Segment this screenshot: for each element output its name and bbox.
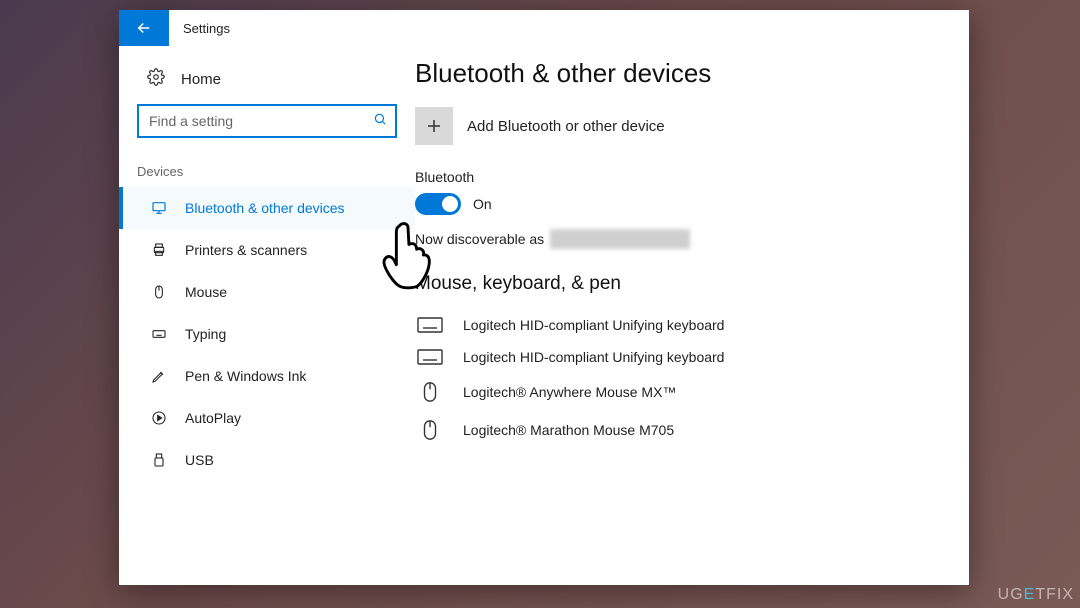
- sidebar-item-label: Mouse: [185, 284, 227, 300]
- pen-icon: [151, 368, 169, 384]
- device-label: Logitech® Marathon Mouse M705: [463, 422, 674, 438]
- keyboard-icon: [415, 349, 445, 365]
- search-box[interactable]: [137, 104, 397, 138]
- title-bar: Settings: [119, 10, 969, 46]
- autoplay-icon: [151, 410, 169, 426]
- device-item[interactable]: Logitech HID-compliant Unifying keyboard: [415, 309, 945, 341]
- main-pane: Bluetooth & other devices Add Bluetooth …: [415, 46, 969, 585]
- bluetooth-icon: [151, 200, 169, 216]
- plus-icon: [425, 117, 443, 135]
- section-title: Mouse, keyboard, & pen: [415, 273, 945, 295]
- toggle-state-label: On: [473, 196, 492, 212]
- home-label: Home: [181, 71, 221, 88]
- add-device-label: Add Bluetooth or other device: [467, 118, 665, 135]
- search-icon: [373, 112, 387, 131]
- mouse-icon: [151, 284, 169, 300]
- page-title: Bluetooth & other devices: [415, 58, 945, 89]
- mouse-icon: [415, 419, 445, 441]
- bluetooth-label: Bluetooth: [415, 169, 945, 185]
- mouse-icon: [415, 381, 445, 403]
- plus-tile: [415, 107, 453, 145]
- device-item[interactable]: Logitech® Marathon Mouse M705: [415, 411, 945, 449]
- printer-icon: [151, 242, 169, 258]
- device-item[interactable]: Logitech® Anywhere Mouse MX™: [415, 373, 945, 411]
- settings-window: Settings Home Devices: [119, 10, 969, 585]
- toggle-knob: [442, 196, 458, 212]
- back-button[interactable]: [119, 10, 169, 46]
- sidebar-item-autoplay[interactable]: AutoPlay: [119, 397, 415, 439]
- watermark: UGETFIX: [998, 586, 1074, 604]
- device-label: Logitech® Anywhere Mouse MX™: [463, 384, 676, 400]
- gear-icon: [147, 68, 165, 90]
- search-input[interactable]: [149, 113, 373, 129]
- device-item[interactable]: Logitech HID-compliant Unifying keyboard: [415, 341, 945, 373]
- sidebar: Home Devices Bluetooth & other devices: [119, 46, 415, 585]
- keyboard-icon: [151, 326, 169, 342]
- sidebar-item-label: USB: [185, 452, 214, 468]
- sidebar-item-label: AutoPlay: [185, 410, 241, 426]
- usb-icon: [151, 452, 169, 468]
- sidebar-item-label: Typing: [185, 326, 226, 342]
- discoverable-text: Now discoverable as: [415, 229, 945, 249]
- sidebar-item-label: Pen & Windows Ink: [185, 368, 306, 384]
- add-device-button[interactable]: Add Bluetooth or other device: [415, 107, 945, 145]
- section-label: Devices: [119, 156, 415, 187]
- sidebar-item-pen[interactable]: Pen & Windows Ink: [119, 355, 415, 397]
- home-link[interactable]: Home: [119, 58, 415, 100]
- sidebar-item-usb[interactable]: USB: [119, 439, 415, 481]
- sidebar-item-bluetooth[interactable]: Bluetooth & other devices: [119, 187, 415, 229]
- back-arrow-icon: [135, 19, 153, 37]
- sidebar-item-label: Bluetooth & other devices: [185, 200, 345, 216]
- device-label: Logitech HID-compliant Unifying keyboard: [463, 317, 724, 333]
- sidebar-item-printers[interactable]: Printers & scanners: [119, 229, 415, 271]
- sidebar-item-typing[interactable]: Typing: [119, 313, 415, 355]
- nav-list: Bluetooth & other devices Printers & sca…: [119, 187, 415, 481]
- redacted-device-name: [550, 229, 690, 249]
- sidebar-item-mouse[interactable]: Mouse: [119, 271, 415, 313]
- device-label: Logitech HID-compliant Unifying keyboard: [463, 349, 724, 365]
- keyboard-icon: [415, 317, 445, 333]
- discoverable-prefix: Now discoverable as: [415, 231, 544, 247]
- app-title: Settings: [169, 21, 230, 36]
- bluetooth-toggle[interactable]: [415, 193, 461, 215]
- device-list: Logitech HID-compliant Unifying keyboard…: [415, 309, 945, 449]
- sidebar-item-label: Printers & scanners: [185, 242, 307, 258]
